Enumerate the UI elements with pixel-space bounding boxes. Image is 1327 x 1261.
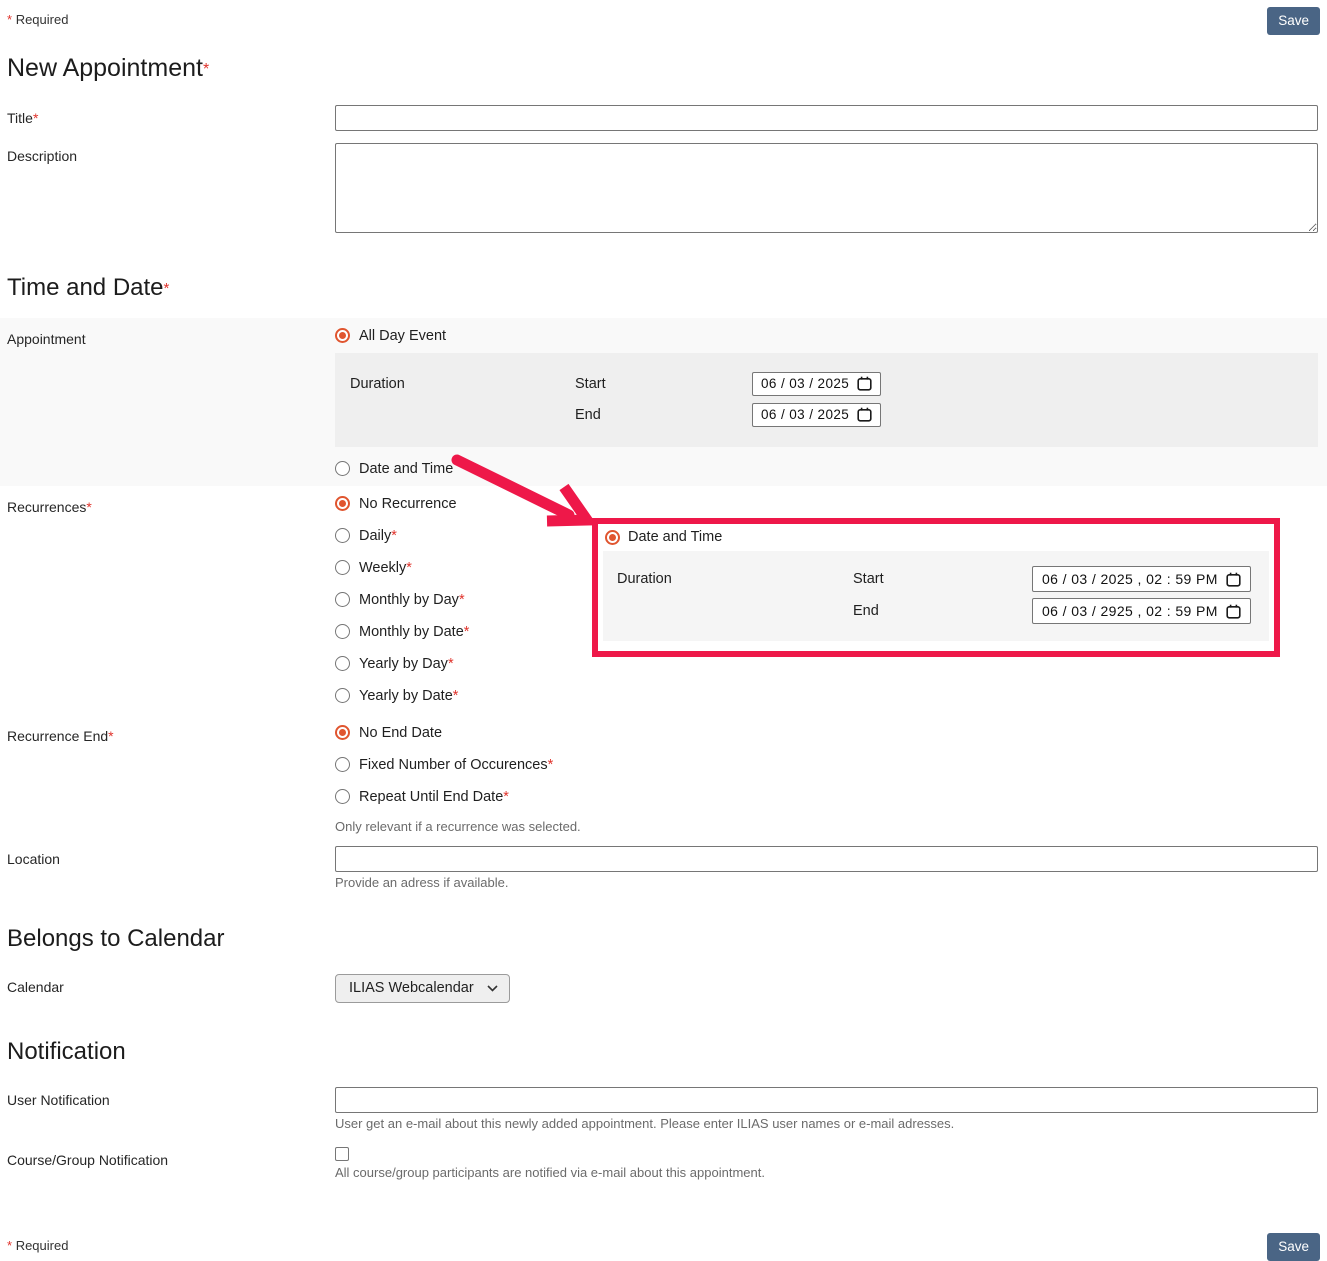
all-day-duration-panel: Duration Start 06 / 03 / 2025 End 06 / 0…: [335, 353, 1318, 447]
required-note: * Required: [7, 7, 68, 27]
course-group-notification-checkbox[interactable]: [335, 1147, 349, 1161]
description-label: Description: [7, 143, 335, 164]
annotation-date-and-time-option: Date and Time: [598, 524, 1274, 548]
location-input[interactable]: [335, 846, 1318, 872]
recurrence-end-row: Recurrence End* No End Date Fixed Number…: [0, 715, 1327, 840]
user-notification-label: User Notification: [7, 1087, 335, 1108]
calendar-select-value: ILIAS Webcalendar: [349, 980, 474, 996]
annotation-box: Date and Time Duration Start 06 / 03 / 2…: [592, 518, 1280, 657]
date-and-time-label: Date and Time: [359, 461, 453, 477]
course-group-notification-row: Course/Group Notification All course/gro…: [0, 1141, 1327, 1186]
no-end-date-radio[interactable]: [335, 725, 350, 740]
calendar-row: Calendar ILIAS Webcalendar: [0, 968, 1327, 1009]
required-label: Required: [16, 12, 69, 27]
description-textarea[interactable]: [335, 143, 1318, 233]
location-row: Location Provide an adress if available.: [0, 840, 1327, 896]
duration-label: Duration: [335, 376, 575, 392]
start-date-value: 06 / 03 / 2025: [761, 376, 849, 391]
yearly-by-date-radio[interactable]: [335, 688, 350, 703]
start-date-input[interactable]: 06 / 03 / 2025: [752, 372, 881, 396]
daily-radio[interactable]: [335, 528, 350, 543]
page-title-required-asterisk: *: [203, 61, 209, 78]
recurrence-end-label: Recurrence End*: [7, 723, 335, 744]
course-group-notification-label: Course/Group Notification: [7, 1147, 335, 1168]
title-label: Title*: [7, 105, 335, 126]
recurrence-end-option-fixed-number: Fixed Number of Occurences*: [335, 755, 1318, 774]
recurrence-end-byline: Only relevant if a recurrence was select…: [335, 819, 1318, 834]
top-toolbar: * Required Save: [0, 0, 1327, 35]
annotation-start-datetime-input[interactable]: 06 / 03 / 2025 , 02 : 59 PM: [1032, 566, 1251, 592]
annotation-end-datetime-input[interactable]: 06 / 03 / 2925 , 02 : 59 PM: [1032, 598, 1251, 624]
time-and-date-heading: Time and Date*: [7, 273, 1327, 304]
annotation-end-label: End: [853, 603, 1032, 619]
location-label: Location: [7, 846, 335, 867]
calendar-label: Calendar: [7, 974, 335, 995]
calendar-icon: [857, 407, 872, 422]
recurrence-end-option-no-end-date: No End Date: [335, 723, 1318, 742]
save-button[interactable]: Save: [1267, 7, 1320, 35]
required-note: * Required: [7, 1233, 68, 1253]
calendar-icon: [1226, 604, 1241, 619]
required-label: Required: [16, 1238, 69, 1253]
annotation-end-datetime-value: 06 / 03 / 2925 , 02 : 59 PM: [1042, 603, 1218, 619]
end-date-input[interactable]: 06 / 03 / 2025: [752, 403, 881, 427]
repeat-until-radio[interactable]: [335, 789, 350, 804]
location-byline: Provide an adress if available.: [335, 875, 1318, 890]
monthly-by-date-radio[interactable]: [335, 624, 350, 639]
all-day-event-label: All Day Event: [359, 328, 446, 344]
monthly-by-day-radio[interactable]: [335, 592, 350, 607]
appointment-label: Appointment: [7, 326, 335, 347]
all-day-event-option: All Day Event: [335, 326, 1318, 345]
bottom-toolbar: * Required Save: [0, 1226, 1327, 1261]
required-asterisk: *: [7, 1238, 12, 1253]
recurrence-option-yearly-by-day: Yearly by Day*: [335, 654, 1318, 673]
description-row: Description: [0, 137, 1327, 239]
all-day-event-radio[interactable]: [335, 328, 350, 343]
calendar-icon: [1226, 572, 1241, 587]
annotation-duration-panel: Duration Start 06 / 03 / 2025 , 02 : 59 …: [603, 551, 1269, 641]
annotation-date-and-time-label: Date and Time: [628, 529, 722, 545]
recurrence-end-option-repeat-until: Repeat Until End Date*: [335, 787, 1318, 806]
end-label: End: [575, 407, 752, 423]
calendar-icon: [857, 376, 872, 391]
annotation-duration-label: Duration: [603, 571, 853, 587]
date-and-time-radio[interactable]: [335, 461, 350, 476]
annotation-date-and-time-radio[interactable]: [605, 530, 620, 545]
user-notification-input[interactable]: [335, 1087, 1318, 1113]
no-recurrence-radio[interactable]: [335, 496, 350, 511]
calendar-select[interactable]: ILIAS Webcalendar: [335, 974, 510, 1003]
annotation-start-datetime-value: 06 / 03 / 2025 , 02 : 59 PM: [1042, 571, 1218, 587]
page-title-text: New Appointment: [7, 54, 203, 82]
yearly-by-day-radio[interactable]: [335, 656, 350, 671]
appointment-row: Appointment All Day Event Duration Start…: [0, 318, 1327, 486]
user-notification-byline: User get an e-mail about this newly adde…: [335, 1116, 1318, 1131]
save-button[interactable]: Save: [1267, 1233, 1320, 1261]
end-date-value: 06 / 03 / 2025: [761, 407, 849, 422]
notification-heading: Notification: [7, 1037, 1327, 1067]
annotation-start-label: Start: [853, 571, 1032, 587]
required-asterisk: *: [7, 12, 12, 27]
fixed-number-radio[interactable]: [335, 757, 350, 772]
title-input[interactable]: [335, 105, 1318, 131]
recurrence-option-yearly-by-date: Yearly by Date*: [335, 686, 1318, 705]
belongs-to-calendar-heading: Belongs to Calendar: [7, 924, 1327, 954]
date-and-time-option: Date and Time: [335, 459, 1318, 478]
title-row: Title*: [0, 99, 1327, 137]
start-label: Start: [575, 376, 752, 392]
weekly-radio[interactable]: [335, 560, 350, 575]
chevron-down-icon: [487, 985, 498, 992]
recurrence-option-no-recurrence: No Recurrence: [335, 494, 1318, 513]
user-notification-row: User Notification User get an e-mail abo…: [0, 1081, 1327, 1137]
course-group-notification-byline: All course/group participants are notifi…: [335, 1165, 1318, 1180]
page-title: New Appointment*: [7, 53, 1327, 85]
recurrences-label: Recurrences*: [7, 494, 335, 515]
